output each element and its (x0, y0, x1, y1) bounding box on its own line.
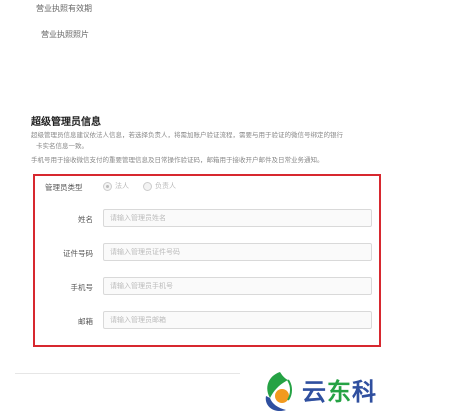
watermark-char-2: 东 (327, 379, 352, 406)
section-desc-2: 卡实名信息一致。 (36, 143, 88, 150)
watermark-leaf-icon (265, 372, 292, 412)
section-desc-1: 超级管理员信息建议依法人信息，若选择负责人，将需加账户验证流程，需要与用于验证的… (31, 132, 343, 139)
id-number-label: 证件号码 (63, 249, 93, 258)
radio-responsible-person-label: 负责人 (155, 183, 176, 190)
id-number-input[interactable] (103, 243, 372, 261)
phone-input[interactable] (103, 277, 372, 295)
radio-legal-person[interactable]: 法人 (103, 181, 129, 191)
admin-type-label: 管理员类型 (45, 183, 83, 192)
email-label: 邮箱 (78, 317, 93, 326)
email-input[interactable] (103, 311, 372, 329)
section-title: 超级管理员信息 (31, 117, 101, 128)
phone-label: 手机号 (70, 283, 94, 292)
business-license-validity-label: 营业执照有效期 (36, 4, 92, 13)
name-input[interactable] (103, 209, 372, 227)
business-license-photo-label: 营业执照照片 (41, 30, 89, 39)
radio-responsible-person[interactable]: 负责人 (143, 181, 176, 191)
divider (15, 373, 240, 374)
watermark-char-3: 科 (352, 379, 377, 406)
radio-legal-person-label: 法人 (115, 183, 129, 190)
section-desc-3: 手机号用于接收微信支付的重要管理信息及日常操作验证码，邮箱用于接收开户邮件及日常… (31, 157, 324, 164)
watermark-logo: 云东科 (258, 364, 448, 418)
watermark-text: 云东科 (302, 372, 377, 407)
radio-icon-checked[interactable] (103, 181, 112, 191)
radio-icon-unchecked[interactable] (143, 181, 152, 191)
watermark-char-1: 云 (302, 379, 327, 406)
name-label: 姓名 (78, 215, 93, 224)
